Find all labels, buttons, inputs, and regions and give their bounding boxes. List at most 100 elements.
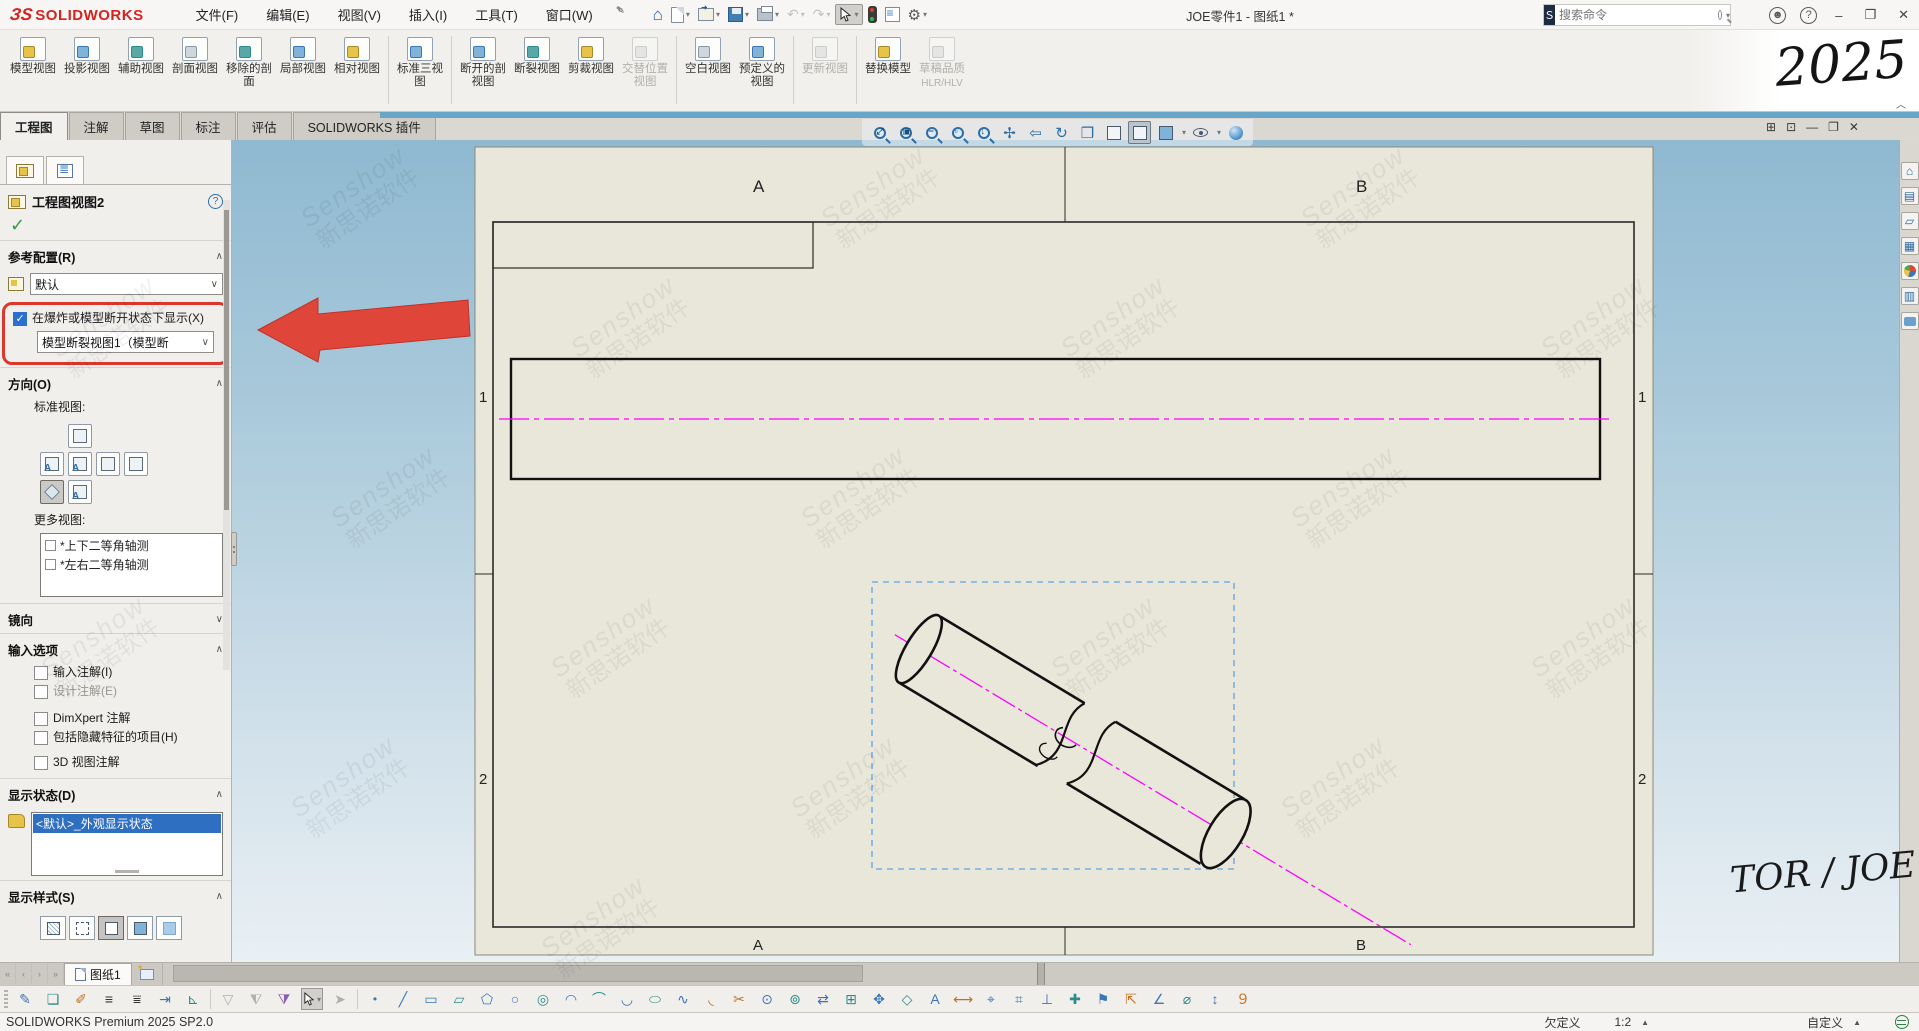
ribbon-auxiliary-view-button[interactable]: 辅助视图 <box>114 34 168 76</box>
globe-icon[interactable] <box>1895 1015 1909 1029</box>
line-thickness-icon[interactable]: ≡ <box>98 988 120 1010</box>
panel-splitter-handle[interactable] <box>231 532 237 566</box>
select-button[interactable]: ▾ <box>835 4 862 25</box>
ribbon-standard-3-view-button[interactable]: 标准三视图 <box>393 34 447 89</box>
section-reference-configuration[interactable]: 参考配置(R) ∧ <box>0 240 231 270</box>
view-left-button[interactable]: A <box>68 452 92 476</box>
linear-pattern-icon[interactable]: ⊞ <box>840 988 862 1010</box>
import-annotations-row[interactable]: 输入注解(I) <box>0 663 231 682</box>
search-icon[interactable] <box>1718 10 1722 20</box>
custom-properties-icon[interactable]: ▥ <box>1901 287 1919 305</box>
configuration-dropdown[interactable]: 默认 ∨ <box>30 273 223 295</box>
offset-entities-icon[interactable]: ⊚ <box>784 988 806 1010</box>
tab-drawing[interactable]: 工程图 <box>0 112 68 140</box>
three-point-arc-icon[interactable]: ◡ <box>616 988 638 1010</box>
sheet-nav-first-button[interactable]: « <box>0 963 16 985</box>
drawing-viewport[interactable]: A B A B 1 2 1 2 <box>232 140 1899 962</box>
perimeter-circle-icon[interactable]: ◎ <box>532 988 554 1010</box>
parallelogram-icon[interactable]: ▱ <box>448 988 470 1010</box>
magnifier-button[interactable]: ↓ <box>972 121 995 144</box>
tab-feature-tree[interactable] <box>46 156 84 184</box>
status-sheet-scale[interactable]: 1:2▲ <box>1614 1015 1649 1029</box>
circle-icon[interactable]: ○ <box>504 988 526 1010</box>
view-back-button[interactable] <box>96 452 120 476</box>
mirror-entities-icon[interactable]: ⇄ <box>812 988 834 1010</box>
3d-view-annotations-row[interactable]: 3D 视图注解 <box>0 753 231 772</box>
design-library-icon[interactable]: ▤ <box>1901 187 1919 205</box>
display-state-selected-item[interactable]: <默认>_外观显示状态 <box>33 814 221 833</box>
window-minimize-icon[interactable]: — <box>1806 120 1818 134</box>
ribbon-break-view-button[interactable]: 断裂视图 <box>510 34 564 76</box>
break-view-dropdown[interactable]: 模型断裂视图1（模型断 ∨ <box>37 331 214 353</box>
window-cascade-icon[interactable]: ⊡ <box>1786 120 1796 134</box>
instant-2d-icon[interactable]: ⇱ <box>1120 988 1142 1010</box>
dimxpert-annotations-checkbox[interactable] <box>34 712 48 726</box>
3d-drawing-view-button[interactable]: ❒ <box>1076 121 1099 144</box>
horizontal-scrollbar[interactable] <box>163 963 1037 985</box>
print-button[interactable]: ▾ <box>754 6 782 23</box>
repair-sketch-icon[interactable]: ✚ <box>1064 988 1086 1010</box>
toolbar-grip[interactable] <box>4 990 8 1008</box>
view-top-button[interactable] <box>68 424 92 448</box>
add-sheet-tab[interactable] <box>132 963 163 985</box>
ribbon-detail-view-button[interactable]: 局部视图 <box>276 34 330 76</box>
ordinate-dimension-icon[interactable]: ↕ <box>1204 988 1226 1010</box>
menubar-pin-icon[interactable]: ✒ <box>603 1 629 29</box>
menu-edit[interactable]: 编辑(E) <box>254 1 321 28</box>
account-icon[interactable]: ☻ <box>1769 7 1786 24</box>
ribbon-collapse-chevron-icon[interactable]: ︿ <box>1896 96 1906 111</box>
ribbon-relative-view-button[interactable]: 相对视图 <box>330 34 384 76</box>
menu-view[interactable]: 视图(V) <box>326 1 393 28</box>
tangent-arc-icon[interactable]: ⌒ <box>588 988 610 1010</box>
options-list-button[interactable] <box>882 5 903 24</box>
more-views-listbox[interactable]: *上下二等角轴测 *左右二等角轴测 <box>40 533 223 597</box>
save-button[interactable]: ▾ <box>725 5 752 24</box>
import-annotations-checkbox[interactable] <box>34 666 48 680</box>
view-isometric-button[interactable] <box>40 480 64 504</box>
hidden-lines-visible-button[interactable] <box>69 916 95 940</box>
ribbon-projected-view-button[interactable]: 投影视图 <box>60 34 114 76</box>
tab-property-manager[interactable] <box>6 156 44 184</box>
filter-toggle-icon[interactable]: ⧩ <box>273 988 295 1010</box>
section-mirror[interactable]: 镜向 ∨ <box>0 603 231 633</box>
pan-button[interactable]: ✢ <box>998 121 1021 144</box>
help-icon[interactable]: ? <box>1800 7 1817 24</box>
3d-view-annotations-checkbox[interactable] <box>34 756 48 770</box>
section-orientation[interactable]: 方向(O) ∧ <box>0 367 231 397</box>
command-search[interactable]: Ｓ ▾ <box>1543 4 1731 26</box>
display-relations-icon[interactable]: ⊥ <box>1036 988 1058 1010</box>
menu-tools[interactable]: 工具(T) <box>463 1 530 28</box>
centerpoint-arc-icon[interactable]: ◠ <box>560 988 582 1010</box>
tab-evaluate[interactable]: 评估 <box>237 112 292 140</box>
ribbon-broken-out-section-button[interactable]: 断开的剖视图 <box>456 34 510 89</box>
numeric-input-icon[interactable]: ９ <box>1232 988 1254 1010</box>
plane-icon[interactable]: ◇ <box>896 988 918 1010</box>
restore-button[interactable]: ❐ <box>1860 7 1880 23</box>
dynamic-annotation-button[interactable]: ⇦ <box>1024 121 1047 144</box>
viewport-split-handle[interactable] <box>1037 963 1045 985</box>
help-icon[interactable]: ? <box>208 194 223 209</box>
checkbox[interactable] <box>45 540 56 551</box>
move-entities-icon[interactable]: ✥ <box>868 988 890 1010</box>
dimxpert-annotations-row[interactable]: DimXpert 注解 <box>0 709 231 728</box>
tab-sketch[interactable]: 草图 <box>125 112 180 140</box>
settings-button[interactable]: ⚙▾ <box>905 4 930 26</box>
exploded-state-checkbox[interactable] <box>13 312 27 326</box>
tab-annotation[interactable]: 注解 <box>69 112 124 140</box>
window-tile-icon[interactable]: ⊞ <box>1766 120 1776 134</box>
convert-entities-icon[interactable]: ⊙ <box>756 988 778 1010</box>
hidden-feature-items-row[interactable]: 包括隐藏特征的项目(H) <box>0 728 231 747</box>
apply-scene-icon[interactable]: ❏ <box>42 988 64 1010</box>
new-document-button[interactable]: ▾ <box>668 5 693 25</box>
search-input[interactable] <box>1555 8 1718 22</box>
exploded-state-checkbox-row[interactable]: 在爆炸或模型断开状态下显示(X) <box>9 309 222 328</box>
appearances-icon[interactable] <box>1901 262 1919 280</box>
hide-show-items-button[interactable] <box>1189 121 1212 144</box>
rebuild-button[interactable] <box>865 4 880 25</box>
zoom-out-button[interactable]: − <box>920 121 943 144</box>
forum-icon[interactable] <box>1901 312 1919 330</box>
grid-icon[interactable]: ⌗ <box>1008 988 1030 1010</box>
trim-entities-icon[interactable]: ✂ <box>728 988 750 1010</box>
section-display-style[interactable]: 显示样式(S) ∧ <box>0 880 231 910</box>
sheet-nav-next-button[interactable]: › <box>32 963 48 985</box>
